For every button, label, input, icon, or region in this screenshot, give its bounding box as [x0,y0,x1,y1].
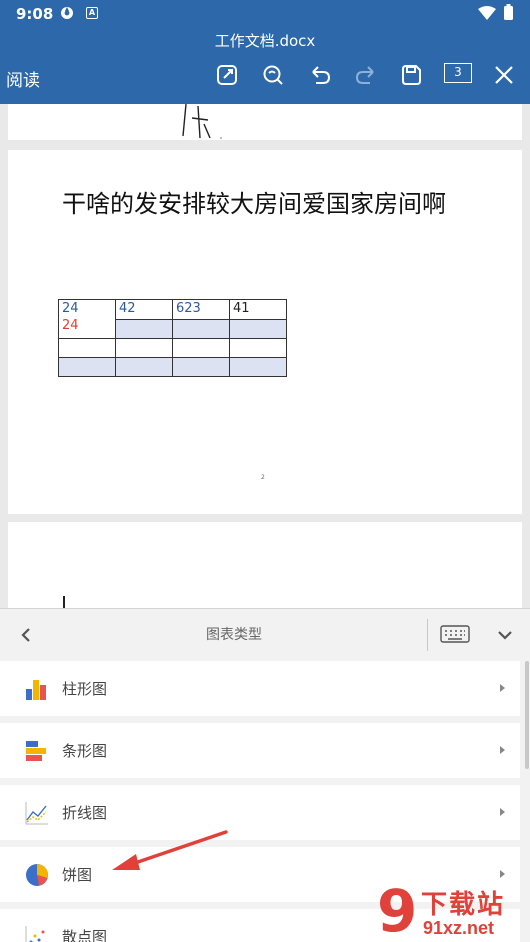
chart-type-label: 柱形图 [62,680,108,698]
table-cell[interactable] [58,357,116,377]
line-chart-icon [25,802,48,825]
sync-icon [61,7,73,19]
cell-value: 623 [176,301,201,316]
page-number: 2 [261,474,265,481]
chart-type-line[interactable]: 折线图 [0,785,520,840]
chart-type-label: 条形图 [62,742,108,760]
page-two: 干啥的发安排较大房间爱国家房间啊 24 24 42 623 41 2 [8,150,522,514]
status-bar: 9:08 A [0,0,530,28]
close-button[interactable] [491,62,517,88]
document-canvas[interactable]: 干啥的发安排较大房间爱国家房间啊 24 24 42 623 41 2 [0,104,530,608]
search-button[interactable] [260,62,286,88]
cell-value: 41 [233,301,250,316]
watermark-digit: 9 [377,877,418,942]
table-cell[interactable]: 24 24 [58,299,116,339]
watermark-logo: 9 下载站 91xz.net [377,882,530,942]
search-icon [263,65,283,85]
cell-value-second: 24 [62,318,79,333]
edit-button[interactable] [214,62,240,88]
table-cell[interactable] [115,338,173,358]
close-icon [495,66,513,84]
selected-cell-area [230,319,286,338]
table-cell[interactable] [115,357,173,377]
selected-cell-area [116,319,172,338]
status-time: 9:08 [16,5,54,23]
table-cell[interactable] [172,338,230,358]
chevron-right-icon [500,684,505,692]
panel-header: 图表类型 [0,609,530,659]
chevron-right-icon [500,808,505,816]
selected-cell-area [173,319,229,338]
battery-icon [504,4,513,20]
column-chart-icon [26,680,46,700]
text-cursor [63,596,65,608]
chart-type-bar[interactable]: 条形图 [0,723,520,778]
chevron-right-icon [500,870,505,878]
pie-chart-icon [26,864,48,886]
cell-value: 42 [119,301,136,316]
table-cell[interactable]: 41 [229,299,287,339]
header-divider [427,619,428,651]
bar-chart-icon [26,741,46,761]
panel-title: 图表类型 [206,627,262,643]
undo-icon [312,66,331,84]
document-title: 工作文档.docx [214,32,316,50]
page-count-button[interactable]: 3 [444,63,472,83]
previous-page [8,104,522,140]
watermark-url: 91xz.net [423,918,495,938]
edit-icon [217,65,237,85]
notification-icon: A [86,7,98,19]
panel-scrollbar[interactable] [525,661,529,769]
app-bar: 工作文档.docx 阅读 3 [0,28,530,104]
save-button[interactable] [398,62,424,88]
redo-icon [355,66,374,84]
redo-button[interactable] [353,62,379,88]
watermark-brand: 下载站 [421,890,506,920]
table-cell[interactable] [172,357,230,377]
chart-type-label: 折线图 [62,804,108,822]
chevron-right-icon [500,746,505,754]
handwriting-sketch [182,104,222,139]
page-three [8,522,522,608]
table-cell[interactable]: 623 [172,299,230,339]
chart-type-label: 散点图 [62,928,108,942]
wifi-icon [478,6,496,20]
chart-type-label: 饼图 [62,866,93,884]
chart-type-column[interactable]: 柱形图 [0,661,520,716]
cell-value: 24 [62,301,79,316]
scatter-chart-icon [25,926,45,942]
read-mode-button[interactable]: 阅读 [6,66,40,91]
save-icon [402,65,421,85]
keyboard-icon[interactable] [440,625,470,643]
data-table[interactable]: 24 24 42 623 41 [58,299,287,377]
document-heading[interactable]: 干啥的发安排较大房间爱国家房间啊 [62,186,482,222]
table-cell[interactable] [229,338,287,358]
table-cell[interactable] [229,357,287,377]
chevron-down-icon[interactable] [494,625,516,645]
table-cell[interactable]: 42 [115,299,173,339]
undo-button[interactable] [307,62,333,88]
table-cell[interactable] [58,338,116,358]
annotation-arrow-icon [112,830,228,870]
